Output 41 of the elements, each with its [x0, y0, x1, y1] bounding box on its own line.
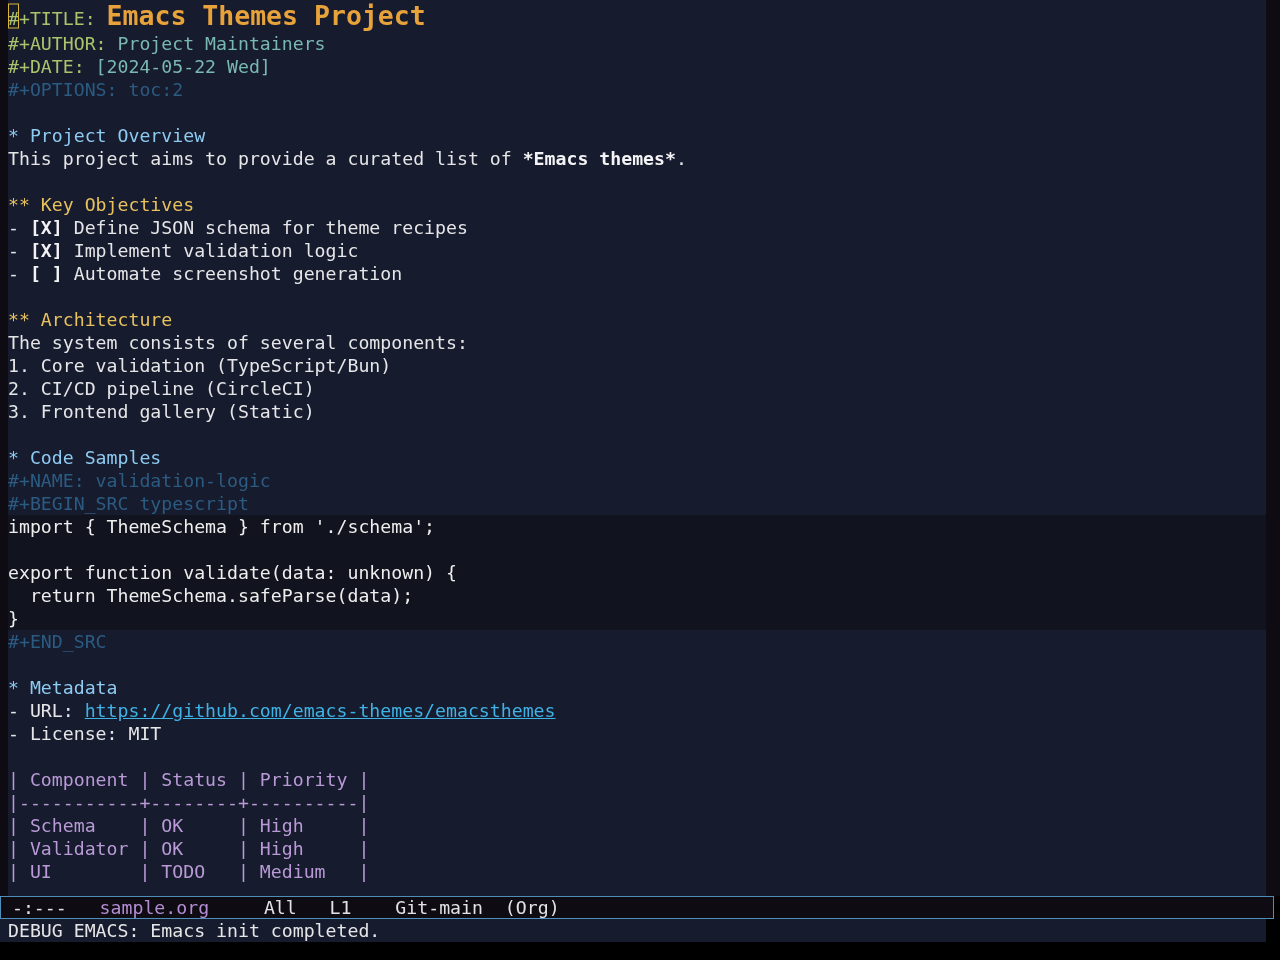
heading: * Metadata	[8, 676, 119, 699]
list-item: 1. Core validation (TypeScript/Bun)	[8, 354, 393, 377]
buffer-name: sample.org	[99, 897, 210, 918]
table-row-text: | Component | Status | Priority |	[8, 768, 371, 791]
directive-text: #+OPTIONS: toc:2	[8, 79, 184, 100]
list-item: 3. Frontend gallery (Static)	[8, 400, 316, 423]
checklist-item: - [ ] Automate screenshot generation	[8, 262, 404, 285]
document-title: Emacs Themes Project	[106, 0, 426, 31]
paragraph: This project aims to provide a curated list of *Emacs themes*.	[8, 147, 688, 170]
code-line: return ThemeSchema.safeParse(data);	[28, 584, 415, 607]
major-mode: (Org)	[504, 897, 560, 918]
checklist-item: - [X] Implement validation logic	[8, 239, 360, 262]
heading: ** Architecture	[8, 308, 174, 331]
vc-branch: Git-main	[395, 897, 483, 918]
directive-text: #+BEGIN_SRC typescript	[8, 492, 250, 515]
keyword-label: #+DATE:	[8, 56, 85, 77]
keyword-label: #+AUTHOR:	[8, 33, 107, 54]
keyword-value: [2024-05-22 Wed]	[95, 56, 271, 77]
keyword-value: Project Maintainers	[117, 33, 326, 54]
code-line: export function validate(data: unknown) {	[8, 561, 458, 584]
table-row-text: | Schema | OK | High |	[8, 814, 371, 837]
list-item: - URL: https://github.com/emacs-themes/emacsthemes	[8, 699, 557, 722]
code-line: import { ThemeSchema } from './schema';	[8, 515, 437, 538]
list-item: - License: MIT	[8, 722, 163, 745]
line-number: L1	[329, 897, 352, 918]
table-row-text: | UI | TODO | Medium |	[8, 860, 371, 883]
list-item: 2. CI/CD pipeline (CircleCI)	[8, 377, 316, 400]
code-line: }	[8, 607, 20, 630]
directive-text: #+NAME: validation-logic	[8, 469, 272, 492]
heading: ** Key Objectives	[8, 193, 196, 216]
heading: * Code Samples	[8, 446, 163, 469]
checklist-item: - [X] Define JSON schema for theme recipes	[8, 216, 469, 239]
directive-text: #+END_SRC	[8, 630, 108, 653]
buffer-status: -:---	[11, 897, 67, 918]
table-row-text: | Validator | OK | High |	[8, 837, 371, 860]
paragraph: The system consists of several components:	[8, 331, 469, 354]
scroll-position: All	[263, 897, 297, 918]
table-row-text: |-----------+--------+----------|	[8, 791, 371, 814]
heading: * Project Overview	[8, 124, 207, 147]
link[interactable]: https://github.com/emacs-themes/emacsthemes	[84, 700, 556, 721]
echo-area-message: DEBUG EMACS: Emacs init completed.	[0, 919, 1266, 942]
